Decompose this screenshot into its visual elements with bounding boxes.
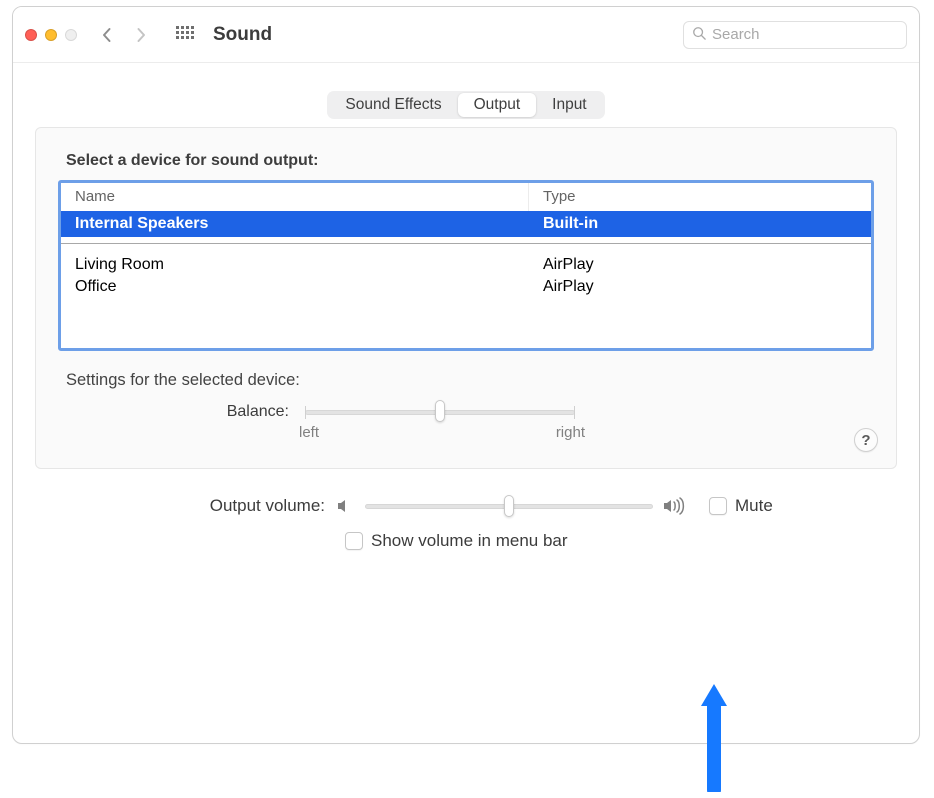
device-name: Office [61, 276, 529, 298]
output-device-section-label: Select a device for sound output: [66, 152, 874, 170]
balance-tick-right [574, 406, 575, 419]
device-row-living-room[interactable]: Living Room AirPlay [61, 254, 871, 276]
help-button[interactable]: ? [854, 428, 878, 452]
speaker-loud-icon [663, 496, 691, 516]
search-placeholder: Search [712, 26, 760, 43]
tab-bar: Sound Effects Output Input [327, 91, 604, 119]
tab-input[interactable]: Input [536, 93, 602, 117]
balance-tick-left [305, 406, 306, 419]
device-type: Built-in [529, 211, 871, 237]
show-volume-menubar-label: Show volume in menu bar [371, 531, 568, 551]
volume-slider-knob[interactable] [504, 495, 514, 517]
mute-checkbox[interactable] [709, 497, 727, 515]
device-type: AirPlay [529, 276, 871, 298]
window-titlebar: Sound Search [13, 7, 919, 63]
column-header-type[interactable]: Type [529, 183, 871, 211]
tab-sound-effects[interactable]: Sound Effects [329, 93, 457, 117]
balance-label: Balance: [203, 402, 289, 421]
tab-output[interactable]: Output [458, 93, 537, 117]
balance-right-label: right [556, 424, 585, 441]
forward-button[interactable] [127, 21, 155, 49]
output-volume-row: Output volume: Mute [35, 495, 897, 517]
balance-control: Balance: left right [203, 402, 874, 446]
output-volume-slider[interactable] [365, 495, 653, 517]
output-volume-label: Output volume: [35, 496, 335, 516]
close-window-button[interactable] [25, 29, 37, 41]
device-name: Living Room [61, 254, 529, 276]
table-header: Name Type [61, 183, 871, 211]
table-divider [61, 243, 871, 244]
device-row-office[interactable]: Office AirPlay [61, 276, 871, 298]
back-button[interactable] [93, 21, 121, 49]
column-header-name[interactable]: Name [61, 183, 529, 211]
search-icon [692, 26, 706, 44]
mute-label: Mute [735, 496, 773, 516]
show-volume-in-menu-bar-row: Show volume in menu bar [345, 531, 897, 551]
balance-left-label: left [299, 424, 319, 441]
minimize-window-button[interactable] [45, 29, 57, 41]
search-field[interactable]: Search [683, 21, 907, 49]
sound-preferences-window: Sound Search Sound Effects Output Input … [12, 6, 920, 744]
table-empty-space [61, 298, 871, 348]
window-controls [25, 29, 77, 41]
device-name: Internal Speakers [61, 211, 529, 237]
device-row-internal-speakers[interactable]: Internal Speakers Built-in [61, 211, 871, 237]
speaker-quiet-icon [335, 496, 355, 516]
output-device-table[interactable]: Name Type Internal Speakers Built-in Liv… [58, 180, 874, 351]
show-volume-menubar-checkbox[interactable] [345, 532, 363, 550]
content-area: Sound Effects Output Input Select a devi… [13, 63, 919, 551]
zoom-window-button[interactable] [65, 29, 77, 41]
window-title: Sound [213, 24, 272, 46]
device-settings-label: Settings for the selected device: [66, 371, 874, 390]
balance-slider-knob[interactable] [435, 400, 445, 422]
output-panel: Select a device for sound output: Name T… [35, 127, 897, 469]
balance-slider[interactable]: left right [305, 402, 575, 446]
show-all-prefs-button[interactable] [171, 21, 199, 49]
device-type: AirPlay [529, 254, 871, 276]
